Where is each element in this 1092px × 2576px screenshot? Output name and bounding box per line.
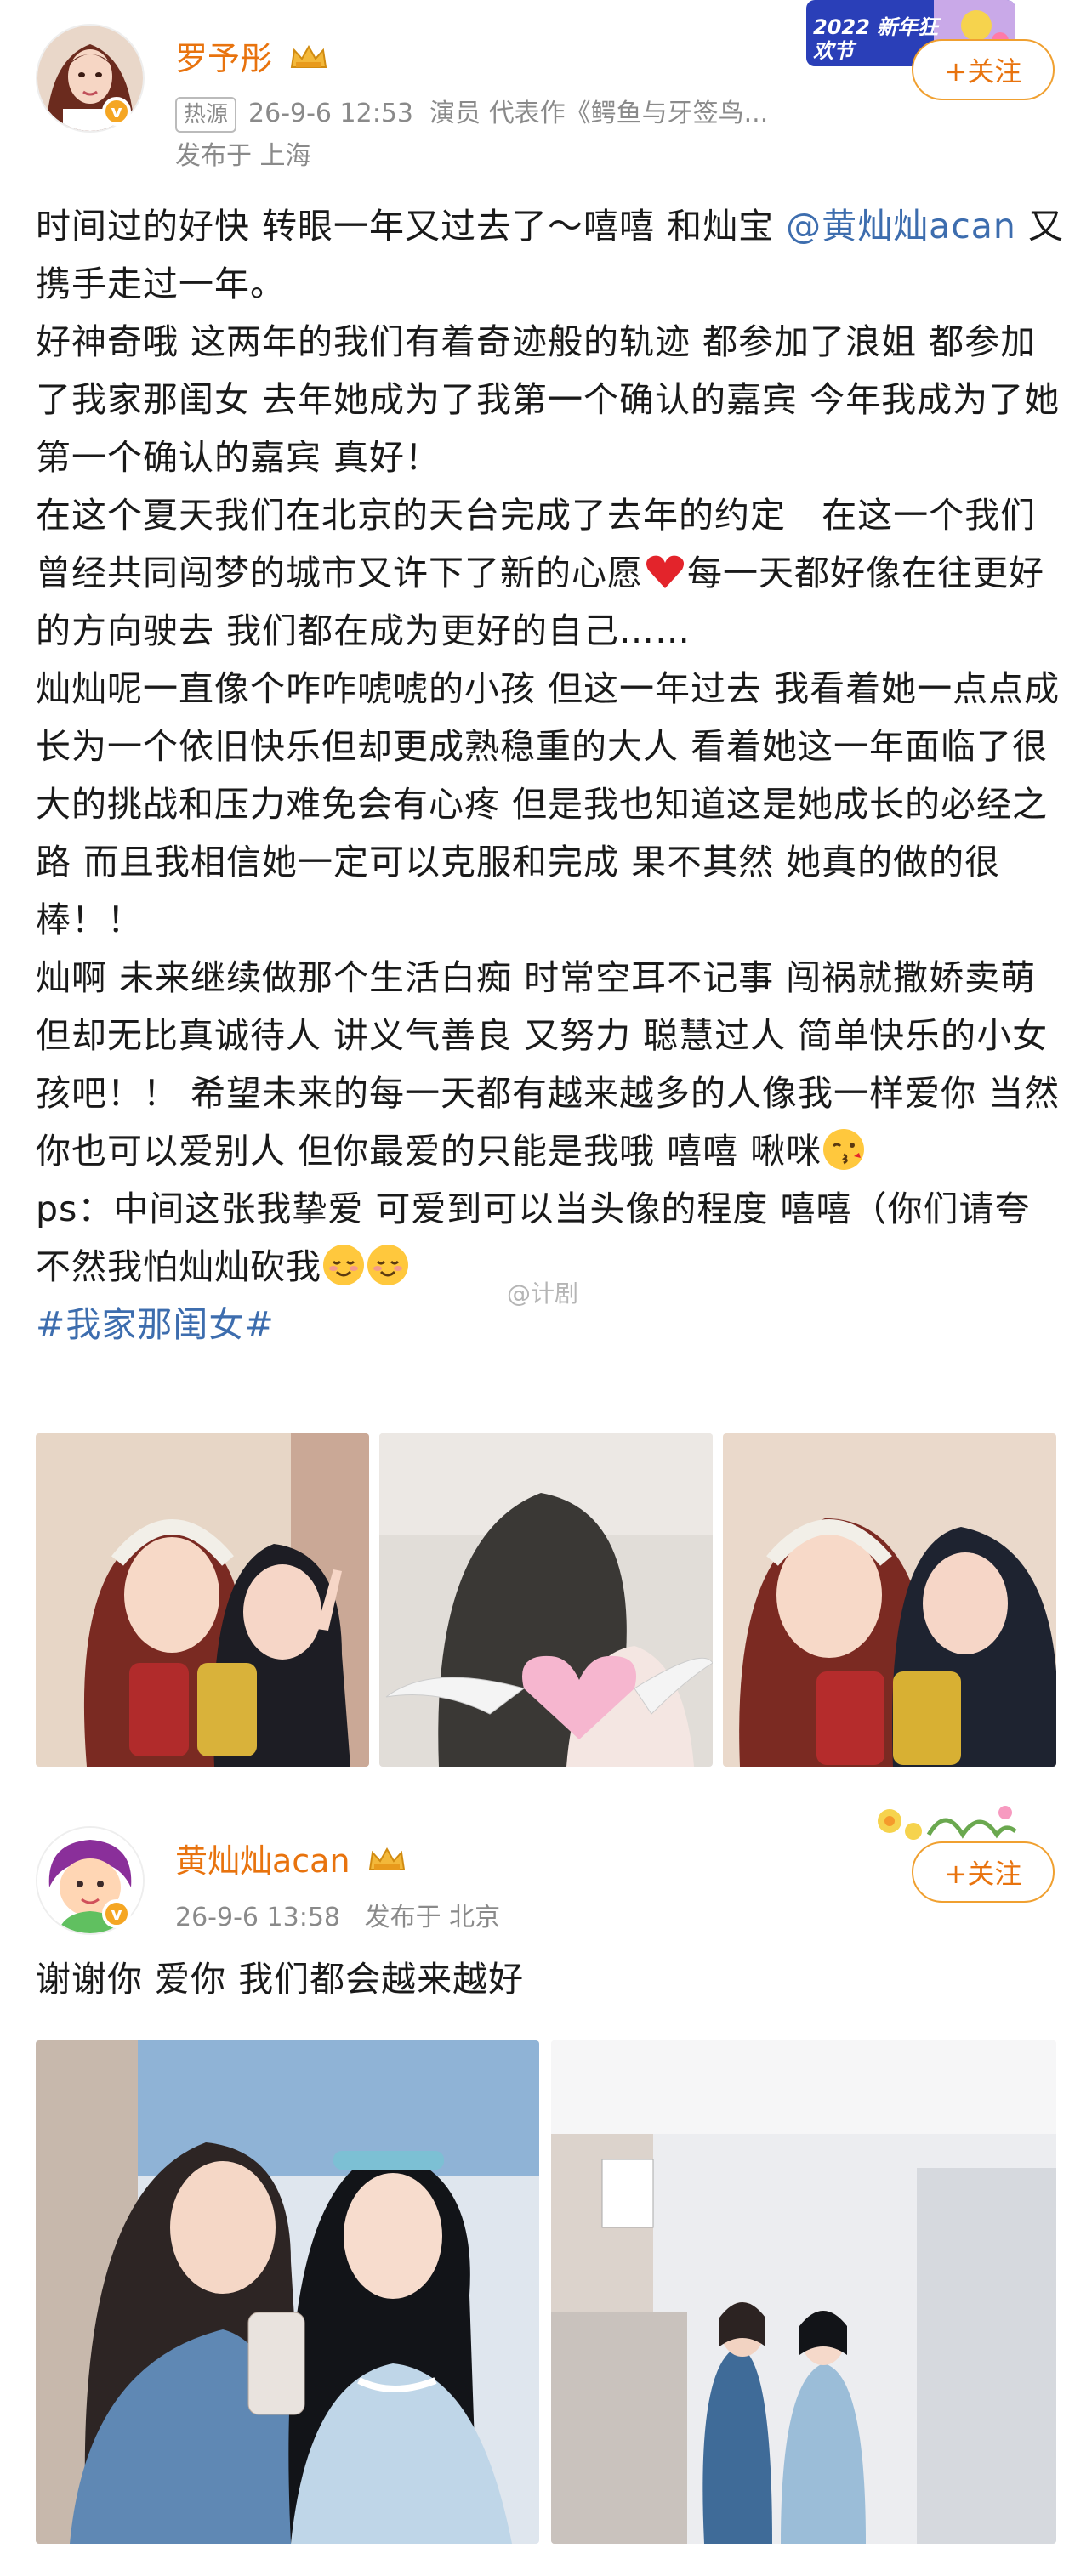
post-image-2[interactable] — [379, 1433, 713, 1767]
post-image-1[interactable] — [36, 2040, 539, 2544]
post-timestamp: 26-9-6 13:58 — [175, 1903, 340, 1932]
crown-icon — [367, 1845, 407, 1882]
weibo-post-2: v 黄灿灿acan 26-9-6 13:58 发布于 北京 +关注 谢谢你 爱你… — [0, 1794, 1092, 2576]
username-text[interactable]: 罗予彤 — [175, 40, 272, 77]
username[interactable]: 黄灿灿acan — [175, 1835, 407, 1882]
paragraph-2: 好神奇哦 这两年的我们有着奇迹般的轨迹 都参加了浪姐 都参加了我家那闺女 去年她… — [36, 321, 1061, 478]
hot-source-tag[interactable]: 热源 — [175, 97, 237, 133]
post-location: 发布于 上海 — [175, 141, 311, 171]
follow-button[interactable]: +关注 — [912, 39, 1055, 100]
post-body: 谢谢你 爱你 我们都会越来越好 — [36, 1959, 525, 2000]
post-image-2[interactable] — [551, 2040, 1056, 2544]
post-meta-line: 26-9-6 13:58 发布于 北京 — [175, 1896, 500, 1933]
paragraph-6: ps：中间这张我挚爱 可爱到可以当头像的程度 嘻嘻（你们请夸 不然我怕灿灿砍我 — [36, 1189, 1043, 1287]
kiss-emoji — [822, 1127, 866, 1172]
watermark: @计剧 — [507, 1279, 579, 1308]
crown-icon — [289, 43, 328, 80]
weibo-post-1: v 罗予彤 热源 26-9-6 12:53 演员 代表作《鳄鱼与牙签鸟... 发布… — [0, 0, 1092, 1794]
username-text[interactable]: 黄灿灿acan — [175, 1842, 350, 1880]
post-body: 时间过的好快 转眼一年又过去了～嘻嘻 和灿宝 @黄灿灿acan 又携手走过一年。… — [36, 197, 1065, 1353]
follow-button[interactable]: +关注 — [912, 1841, 1055, 1903]
post-meta-line: 热源 26-9-6 12:53 演员 代表作《鳄鱼与牙签鸟... — [175, 92, 768, 133]
post-location: 发布于 北京 — [364, 1903, 501, 1932]
post-timestamp: 26-9-6 12:53 — [248, 99, 414, 128]
verified-icon: v — [102, 97, 131, 126]
post-image-1[interactable] — [36, 1433, 369, 1767]
user-profession: 演员 代表作《鳄鱼与牙签鸟... — [429, 99, 769, 128]
text-line-1: 时间过的好快 转眼一年又过去了～嘻嘻 和灿宝 — [36, 206, 787, 247]
heart-emoji — [643, 549, 687, 593]
hashtag-link[interactable]: #我家那闺女# — [36, 1304, 275, 1345]
mention-link[interactable]: @黄灿灿acan — [786, 206, 1016, 247]
paragraph-4: 灿灿呢一直像个咋咋唬唬的小孩 但这一年过去 我看着她一点点成长为一个依旧快乐但却… — [36, 668, 1061, 940]
username[interactable]: 罗予彤 — [175, 32, 328, 80]
smile-emoji — [321, 1243, 366, 1287]
post-image-3[interactable] — [723, 1433, 1056, 1767]
smile-emoji — [366, 1243, 410, 1287]
paragraph-5: 灿啊 未来继续做那个生活白痴 时常空耳不记事 闯祸就撒娇卖萌 但却无比真诚待人 … — [36, 957, 1061, 1172]
verified-icon: v — [102, 1899, 131, 1928]
